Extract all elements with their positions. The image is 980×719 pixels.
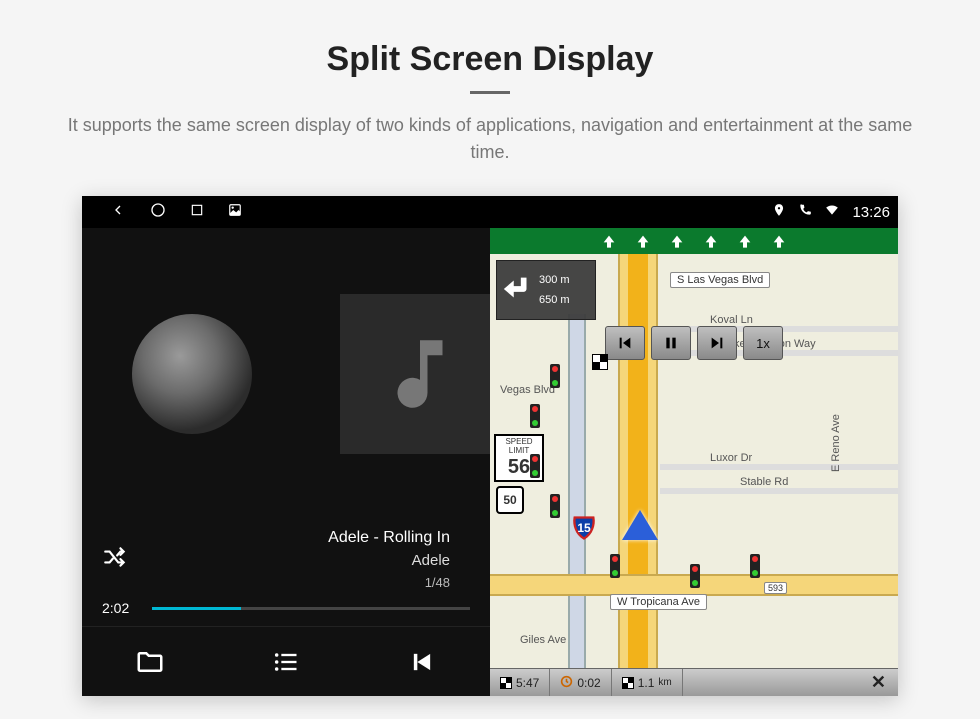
road-text: Giles Ave (520, 634, 566, 646)
playlist-button[interactable] (218, 627, 354, 696)
previous-button[interactable] (354, 627, 490, 696)
lane-arrow-icon (631, 231, 655, 251)
turn-unit-2: m (560, 294, 569, 306)
interstate-shield: 15 (570, 514, 598, 542)
shield-number: 15 (577, 521, 590, 535)
lane-arrow-icon (699, 231, 723, 251)
road-text: Luxor Dr (710, 452, 752, 464)
flag-icon (500, 677, 512, 689)
traffic-light-icon (610, 554, 620, 578)
wifi-icon (824, 203, 840, 221)
location-icon (772, 203, 786, 221)
eta-cell[interactable]: 5:47 (490, 669, 550, 696)
nav-bottom-bar: 5:47 0:02 1.1 km ✕ (490, 668, 898, 696)
volume-dial[interactable] (132, 314, 252, 434)
exit-label: 593 (764, 582, 787, 594)
skip-back-icon (617, 335, 633, 351)
road-text: Vegas Blvd (500, 384, 555, 396)
turn-instruction: 300 m 650 m (496, 260, 596, 320)
traffic-light-icon (530, 404, 540, 428)
lane-arrow-icon (767, 231, 791, 251)
progress-bar[interactable] (152, 607, 470, 610)
phone-icon (798, 203, 812, 221)
status-bar: 13:26 (82, 196, 898, 228)
flag-icon (622, 677, 634, 689)
traffic-light-icon (750, 554, 760, 578)
music-pane: Adele - Rolling In Adele 1/48 2:02 (82, 228, 490, 696)
traffic-light-icon (690, 564, 700, 588)
distance-value: 1.1 (638, 676, 655, 690)
skip-forward-icon (709, 335, 725, 351)
road-text: Stable Rd (740, 476, 788, 488)
nav-playback-controls: 1x (605, 326, 783, 360)
progress-row: 2:02 (82, 596, 490, 626)
road (660, 464, 898, 470)
music-controls (82, 626, 490, 696)
road-label: W Tropicana Ave (610, 594, 707, 610)
list-icon (272, 648, 300, 676)
device-frame: 13:26 Ad (82, 196, 898, 696)
album-art (340, 294, 500, 454)
navigation-pane: S Las Vegas Blvd Koval Ln Duke Ellington… (490, 228, 898, 696)
nav-previous-button[interactable] (605, 326, 645, 360)
recent-apps-icon[interactable] (190, 203, 204, 221)
lane-arrow-icon (733, 231, 757, 251)
image-icon (228, 203, 242, 221)
turn-unit-1: m (560, 274, 569, 286)
home-icon[interactable] (150, 202, 166, 222)
traffic-light-icon (530, 454, 540, 478)
lane-arrow-icon (665, 231, 689, 251)
map-view[interactable]: S Las Vegas Blvd Koval Ln Duke Ellington… (490, 254, 898, 668)
road-text: E Reno Ave (830, 414, 842, 472)
turn-distance-1: 300 (539, 274, 557, 286)
page-subtitle: It supports the same screen display of t… (0, 112, 980, 186)
folder-icon (135, 647, 165, 677)
music-note-icon (375, 329, 465, 419)
turn-left-icon (501, 272, 535, 309)
nav-speed-button[interactable]: 1x (743, 326, 783, 360)
eta-value: 5:47 (516, 676, 539, 690)
clock-label: 13:26 (852, 204, 890, 221)
road-label: S Las Vegas Blvd (670, 272, 770, 288)
nav-next-button[interactable] (697, 326, 737, 360)
destination-flag-icon (592, 354, 608, 370)
pause-icon (663, 335, 679, 351)
track-title: Adele - Rolling In (328, 526, 450, 550)
distance-unit: km (658, 677, 671, 688)
nav-pause-button[interactable] (651, 326, 691, 360)
lane-guidance (490, 228, 898, 254)
road-text: Koval Ln (710, 314, 753, 326)
traffic-light-icon (550, 364, 560, 388)
previous-icon (408, 648, 436, 676)
close-icon: ✕ (871, 672, 886, 692)
clock-icon (560, 675, 573, 691)
turn-distance-2: 650 (539, 294, 557, 306)
distance-cell[interactable]: 1.1 km (612, 669, 683, 696)
close-button[interactable]: ✕ (859, 672, 898, 693)
road (660, 488, 898, 494)
vehicle-cursor-icon (622, 510, 658, 540)
track-counter: 1/48 (328, 573, 450, 593)
elapsed-time: 2:02 (102, 600, 142, 616)
road (568, 314, 586, 696)
artist-name: Adele (328, 550, 450, 573)
back-icon[interactable] (110, 202, 126, 222)
shuffle-icon[interactable] (102, 544, 128, 575)
duration-cell[interactable]: 0:02 (550, 669, 611, 696)
title-underline (470, 91, 510, 94)
us-route-shield: 50 (496, 486, 524, 514)
page-title: Split Screen Display (0, 0, 980, 79)
lane-arrow-icon (597, 231, 621, 251)
folder-button[interactable] (82, 627, 218, 696)
traffic-light-icon (550, 494, 560, 518)
duration-value: 0:02 (577, 676, 600, 690)
